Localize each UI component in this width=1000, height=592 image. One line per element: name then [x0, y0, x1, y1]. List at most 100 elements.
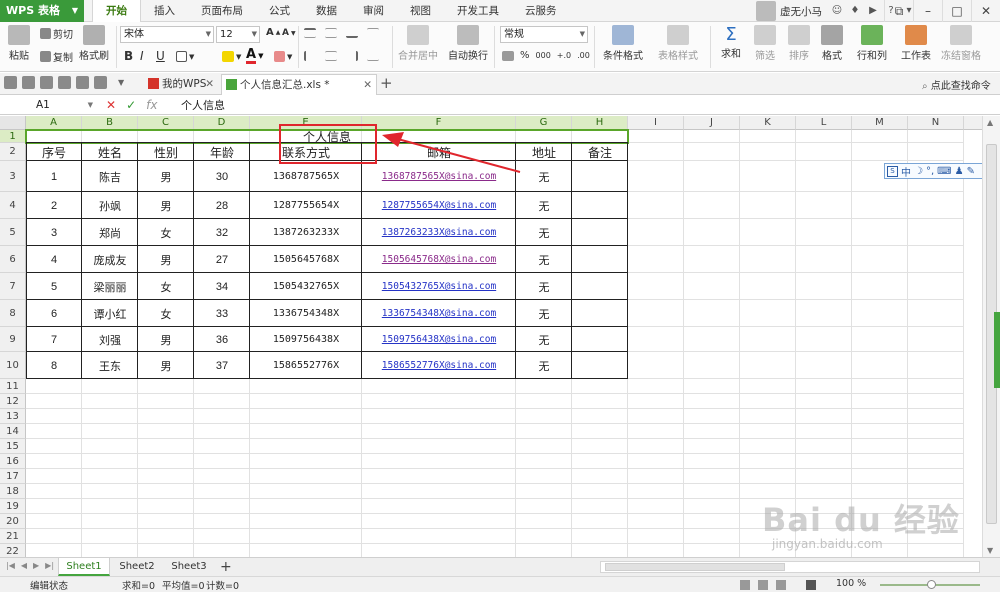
column-header[interactable]: K	[740, 116, 796, 130]
scroll-down-icon[interactable]: ▼	[987, 546, 993, 555]
column-header[interactable]: M	[852, 116, 908, 130]
align-center-icon[interactable]	[325, 51, 337, 61]
decrease-decimal-icon[interactable]: .00	[577, 51, 590, 60]
horizontal-scrollbar[interactable]	[600, 561, 980, 573]
table-cell[interactable]	[572, 246, 628, 273]
row-header[interactable]: 15	[0, 439, 26, 454]
row-header[interactable]: 18	[0, 484, 26, 499]
last-sheet-icon[interactable]: ▶|	[45, 561, 54, 570]
table-cell[interactable]: 刘强	[82, 327, 138, 352]
save-icon[interactable]	[22, 76, 35, 89]
table-cell[interactable]: 无	[516, 300, 572, 327]
format-button[interactable]: 格式	[818, 25, 846, 62]
undo-icon[interactable]	[76, 76, 89, 89]
row-header[interactable]: 16	[0, 454, 26, 469]
menu-tab-2[interactable]: 页面布局	[188, 0, 256, 22]
align-middle-icon[interactable]	[325, 28, 337, 38]
font-color-button[interactable]: A ▼	[246, 48, 263, 64]
table-cell[interactable]: 1387263233X	[250, 219, 362, 246]
column-header[interactable]: J	[684, 116, 740, 130]
menu-tab-7[interactable]: 开发工具	[444, 0, 512, 22]
distribute-icon[interactable]	[367, 51, 379, 61]
row-header[interactable]: 17	[0, 469, 26, 484]
table-cell[interactable]: 30	[194, 161, 250, 192]
zoom-level[interactable]: 100 %	[836, 578, 866, 589]
emoji-icon[interactable]: ☺	[830, 4, 844, 18]
table-cell[interactable]: 谭小红	[82, 300, 138, 327]
column-header[interactable]: B	[82, 116, 138, 130]
row-header[interactable]: 3	[0, 161, 26, 192]
align-left-icon[interactable]	[304, 51, 316, 61]
sort-button[interactable]: 排序	[784, 25, 814, 62]
zoom-slider-knob[interactable]	[927, 580, 936, 589]
indent-icon[interactable]	[367, 28, 379, 38]
format-painter-button[interactable]: 格式刷	[78, 25, 110, 62]
user-name[interactable]: 虚无小马	[780, 4, 822, 19]
table-cell[interactable]: 33	[194, 300, 250, 327]
formula-input[interactable]: 个人信息	[181, 97, 225, 114]
table-header-cell[interactable]: 备注	[572, 143, 628, 161]
user-icon[interactable]: ♟	[955, 166, 964, 177]
close-icon[interactable]: ✕	[363, 75, 372, 95]
table-cell[interactable]: 男	[138, 327, 194, 352]
bold-button[interactable]: B	[124, 49, 133, 63]
close-icon[interactable]: ✕	[971, 0, 1000, 22]
table-cell[interactable]: 8	[26, 352, 82, 379]
print-icon[interactable]	[58, 76, 71, 89]
sheet-tab-1[interactable]: Sheet1	[58, 558, 110, 576]
table-header-cell[interactable]: 性别	[138, 143, 194, 161]
email-link[interactable]: 1387263233X@sina.com	[362, 219, 516, 246]
find-command-button[interactable]: ⌕ 点此查找命令	[922, 77, 991, 92]
column-header[interactable]: L	[796, 116, 852, 130]
row-header[interactable]: 2	[0, 143, 26, 161]
table-cell[interactable]: 无	[516, 273, 572, 300]
restore-icon[interactable]: ⧉	[884, 0, 913, 22]
doc-tab-active[interactable]: 个人信息汇总.xls * ✕	[221, 74, 377, 95]
align-right-icon[interactable]	[346, 51, 358, 61]
table-cell[interactable]: 6	[26, 300, 82, 327]
table-cell[interactable]	[572, 352, 628, 379]
table-cell[interactable]: 男	[138, 192, 194, 219]
table-cell[interactable]: 27	[194, 246, 250, 273]
row-header[interactable]: 12	[0, 394, 26, 409]
row-header[interactable]: 21	[0, 529, 26, 544]
conditional-format-button[interactable]: 条件格式	[598, 25, 648, 62]
align-bottom-icon[interactable]	[346, 28, 358, 38]
worksheet-button[interactable]: 工作表	[896, 25, 936, 62]
table-cell[interactable]: 5	[26, 273, 82, 300]
table-style-button[interactable]: 表格样式	[652, 25, 704, 62]
row-header[interactable]: 20	[0, 514, 26, 529]
table-cell[interactable]: 女	[138, 273, 194, 300]
keyboard-icon[interactable]: ⌨	[937, 166, 951, 177]
table-cell[interactable]: 1	[26, 161, 82, 192]
row-header[interactable]: 4	[0, 192, 26, 219]
maximize-icon[interactable]: □	[942, 0, 971, 22]
column-header[interactable]: D	[194, 116, 250, 130]
row-header[interactable]: 5	[0, 219, 26, 246]
percent-button[interactable]: %	[520, 50, 530, 61]
border-button[interactable]: ▼	[176, 51, 194, 62]
table-cell[interactable]: 4	[26, 246, 82, 273]
font-size-select[interactable]: 12 ▼	[216, 26, 260, 43]
menu-tab-5[interactable]: 审阅	[350, 0, 397, 22]
table-header-cell[interactable]: 姓名	[82, 143, 138, 161]
table-cell[interactable]: 34	[194, 273, 250, 300]
row-header[interactable]: 6	[0, 246, 26, 273]
decrease-font-button[interactable]: A ▼	[282, 28, 296, 38]
minimize-icon[interactable]: –	[913, 0, 942, 22]
print-preview-icon[interactable]	[40, 76, 53, 89]
merge-center-button[interactable]: 合并居中	[396, 25, 440, 62]
tool-icon[interactable]: ✎	[967, 166, 975, 177]
wrap-text-button[interactable]: 自动换行	[446, 25, 490, 62]
currency-icon[interactable]	[502, 50, 514, 61]
sum-button[interactable]: Σ 求和	[714, 25, 748, 61]
table-cell[interactable]: 男	[138, 246, 194, 273]
email-link[interactable]: 1287755654X@sina.com	[362, 192, 516, 219]
increase-decimal-icon[interactable]: +.0	[557, 51, 571, 60]
row-header[interactable]: 13	[0, 409, 26, 424]
prev-sheet-icon[interactable]: ◀	[21, 561, 27, 570]
first-sheet-icon[interactable]: |◀	[6, 561, 15, 570]
paste-button[interactable]: 粘贴	[6, 25, 32, 62]
table-cell[interactable]: 郑尚	[82, 219, 138, 246]
table-cell[interactable]: 37	[194, 352, 250, 379]
